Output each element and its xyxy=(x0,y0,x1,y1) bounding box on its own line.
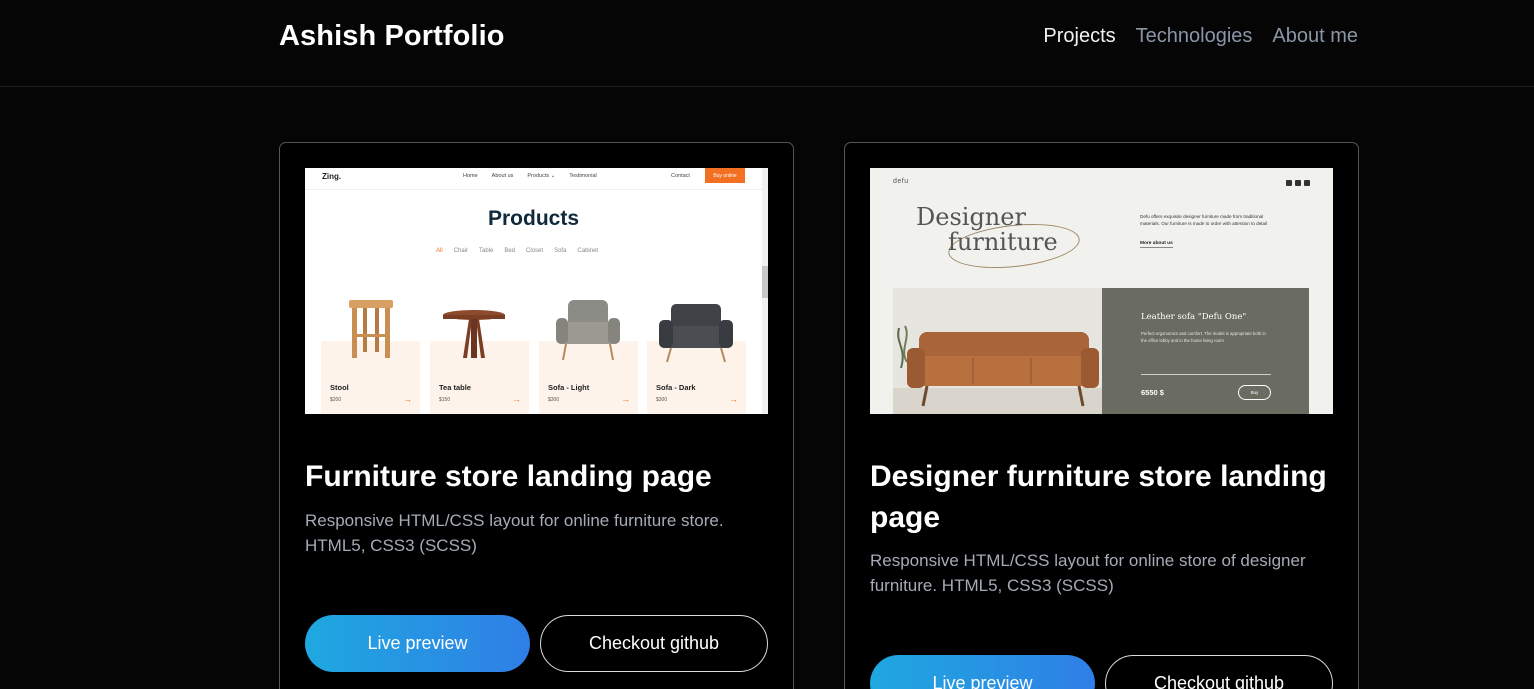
thumb-filter: All xyxy=(436,248,443,254)
project-title: Designer furniture store landing page xyxy=(870,460,1327,534)
thumb-product-price: $150 xyxy=(439,397,451,403)
main-nav: Projects Technologies About me xyxy=(1043,25,1358,48)
thumb-product-name: Stool xyxy=(330,383,349,392)
thumb-nav-item: About us xyxy=(491,173,514,179)
youtube-icon xyxy=(1304,180,1310,186)
thumb-filter: Sofa xyxy=(554,248,567,254)
light-armchair-image xyxy=(556,300,620,361)
live-preview-button[interactable]: Live preview xyxy=(870,655,1095,689)
thumb-product-name: Tea table xyxy=(439,383,471,392)
thumb-contact: Contact xyxy=(671,173,690,179)
product-buy-button: Buy xyxy=(1238,385,1271,400)
project-thumbnail[interactable]: defu Designer furniture Defu offers exqu… xyxy=(870,168,1333,414)
thumb-nav-item: Home xyxy=(463,173,478,179)
tea-table-image xyxy=(443,310,505,358)
thumb-scrollbar xyxy=(762,168,768,414)
thumb-heading: Products xyxy=(487,207,579,230)
site-header: Ashish Portfolio Projects Technologies A… xyxy=(0,0,1534,87)
nav-technologies[interactable]: Technologies xyxy=(1136,25,1253,48)
brand-title[interactable]: Ashish Portfolio xyxy=(279,20,505,53)
product-price: 6550 $ xyxy=(1141,388,1164,397)
thumb-logo: Zing. xyxy=(322,172,342,181)
leather-sofa-image xyxy=(893,288,1102,414)
thumb-buy-button: Buy online xyxy=(705,168,745,183)
product-panel: Leather sofa "Defu One" Perfect ergonomi… xyxy=(1102,288,1309,414)
thumb-nav-links: Home About us Products ⌄ Testimonial xyxy=(463,173,597,179)
project-thumbnail[interactable]: Zing. Home About us Products ⌄ Testimoni… xyxy=(305,168,768,414)
thumb-filter: Table xyxy=(479,248,494,254)
product-description: Perfect ergonomics and comfort. The mode… xyxy=(1141,331,1266,343)
project-title: Furniture store landing page xyxy=(305,460,712,493)
thumb-product-price: $200 xyxy=(330,397,342,403)
thumb-product-price: $300 xyxy=(656,397,668,403)
thumb-social-icons xyxy=(1286,180,1310,186)
thumb-product-price: $300 xyxy=(548,397,560,403)
thumb-filters: All Chair Table Bed Closet Sofa Cabinet xyxy=(436,248,598,254)
thumb-filter: Cabinet xyxy=(577,248,599,254)
thumb-blurb: Defu offers exquisite designer furniture… xyxy=(1140,214,1268,226)
thumb-nav-item: Products ⌄ xyxy=(527,173,556,179)
thumb-logo: defu xyxy=(893,178,909,185)
nav-projects[interactable]: Projects xyxy=(1043,25,1115,48)
project-description: Responsive HTML/CSS layout for online st… xyxy=(870,551,1306,595)
thumb-filter: Closet xyxy=(526,248,544,254)
telegram-icon xyxy=(1295,180,1301,186)
thumb-filter: Chair xyxy=(453,248,469,254)
checkout-github-button[interactable]: Checkout github xyxy=(1105,655,1333,689)
live-preview-button[interactable]: Live preview xyxy=(305,615,530,672)
thumb-headline-line1: Designer xyxy=(916,203,1026,231)
checkout-github-button[interactable]: Checkout github xyxy=(540,615,768,672)
thumb-headline-line2: furniture xyxy=(948,228,1058,256)
product-title: Leather sofa "Defu One" xyxy=(1141,312,1247,322)
thumb-product-name: Sofa - Light xyxy=(548,383,590,392)
thumb-product-name: Sofa - Dark xyxy=(656,383,696,392)
thumb-headline: Designer furniture xyxy=(916,205,1058,255)
arrow-right-icon: → xyxy=(512,394,521,404)
stool-image xyxy=(349,300,393,358)
sofa-photo xyxy=(893,288,1102,414)
project-card: Zing. Home About us Products ⌄ Testimoni… xyxy=(279,142,794,689)
thumb-more-link: More about us xyxy=(1140,241,1173,248)
divider xyxy=(1141,374,1271,375)
instagram-icon xyxy=(1286,180,1292,186)
nav-about-me[interactable]: About me xyxy=(1272,25,1358,48)
thumb-filter: Bed xyxy=(504,248,516,254)
project-card: defu Designer furniture Defu offers exqu… xyxy=(844,142,1359,689)
thumb-navbar: Zing. Home About us Products ⌄ Testimoni… xyxy=(305,168,768,190)
arrow-right-icon: → xyxy=(621,394,630,404)
thumb-nav-item: Testimonial xyxy=(569,173,597,179)
project-description: Responsive HTML/CSS layout for online fu… xyxy=(305,511,724,555)
arrow-right-icon: → xyxy=(403,394,412,404)
dark-armchair-image xyxy=(659,304,733,363)
arrow-right-icon: → xyxy=(729,394,738,404)
